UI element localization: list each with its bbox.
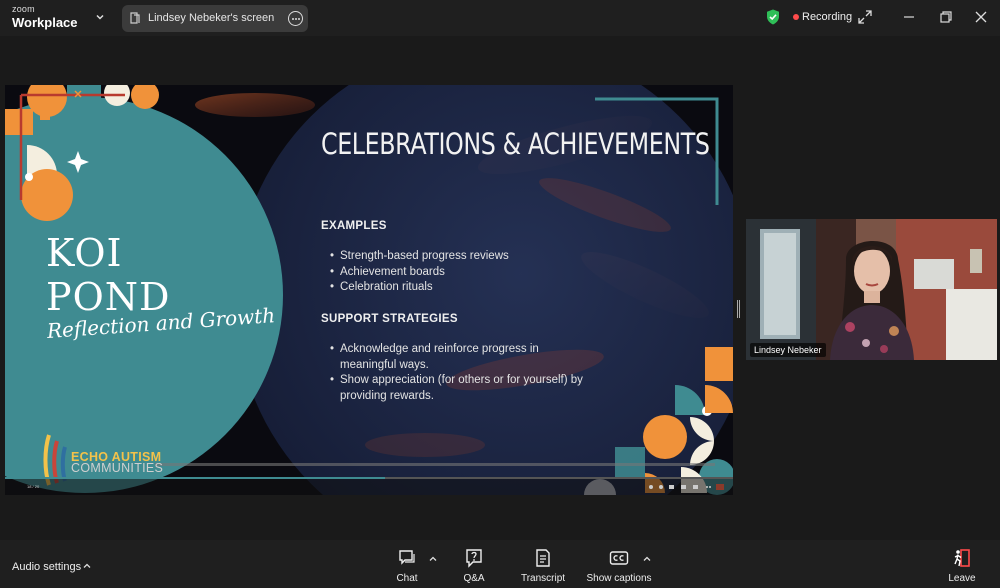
chat-label: Chat bbox=[396, 573, 418, 584]
recording-dot-icon bbox=[793, 14, 799, 20]
koi-title-line1: KOI bbox=[46, 231, 123, 275]
participant-name: Lindsey Nebeker bbox=[750, 343, 826, 357]
cc-icon bbox=[609, 551, 629, 565]
list-item: Achievement boards bbox=[330, 265, 590, 281]
shield-check-icon[interactable] bbox=[766, 9, 780, 25]
show-captions-button[interactable]: Show captions bbox=[585, 548, 653, 584]
zoom-window: zoom Workplace Lindsey Nebeker's screen … bbox=[0, 0, 1000, 588]
leave-label: Leave bbox=[948, 573, 976, 584]
list-item: Celebration rituals bbox=[330, 280, 590, 296]
qa-label: Q&A bbox=[463, 573, 485, 584]
chevron-down-icon[interactable] bbox=[95, 12, 105, 22]
share-label: Lindsey Nebeker's screen bbox=[148, 12, 275, 24]
brand-line1: zoom bbox=[12, 4, 35, 14]
communities-logo-text: COMMUNITIES bbox=[71, 461, 164, 475]
list-item: Strength-based progress reviews bbox=[330, 249, 590, 265]
close-icon[interactable] bbox=[974, 10, 988, 24]
bottom-toolbar: Audio settings Chat Q&A Transcript Show … bbox=[0, 540, 1000, 588]
chevron-up-icon[interactable] bbox=[83, 562, 91, 570]
show-captions-label: Show captions bbox=[586, 573, 652, 584]
chat-icon bbox=[399, 550, 415, 565]
more-options-icon[interactable] bbox=[288, 11, 303, 26]
brand-line2: Workplace bbox=[12, 15, 78, 30]
expand-icon[interactable] bbox=[858, 10, 872, 24]
examples-heading: EXAMPLES bbox=[321, 220, 387, 232]
transcript-label: Transcript bbox=[520, 573, 566, 584]
participant-video[interactable]: Lindsey Nebeker bbox=[746, 219, 997, 360]
qa-icon bbox=[466, 549, 482, 568]
top-bar: zoom Workplace Lindsey Nebeker's screen … bbox=[0, 0, 1000, 36]
support-list: Acknowledge and reinforce progress in me… bbox=[330, 342, 592, 404]
chat-button[interactable]: Chat bbox=[393, 548, 421, 584]
resize-handle[interactable] bbox=[737, 300, 740, 318]
list-item: Show appreciation (for others or for you… bbox=[330, 373, 592, 404]
video-feed bbox=[746, 219, 997, 360]
list-item: Acknowledge and reinforce progress in me… bbox=[330, 342, 592, 373]
screen-share-pill[interactable]: Lindsey Nebeker's screen bbox=[122, 5, 308, 32]
recording-label[interactable]: Recording bbox=[802, 11, 852, 23]
screen-share-icon bbox=[130, 12, 140, 24]
audio-settings-button[interactable]: Audio settings bbox=[12, 561, 81, 573]
chevron-up-icon[interactable] bbox=[643, 555, 651, 563]
support-heading: SUPPORT STRATEGIES bbox=[321, 313, 458, 325]
restore-icon[interactable] bbox=[939, 10, 953, 24]
examples-list: Strength-based progress reviews Achievem… bbox=[330, 249, 590, 296]
zoom-workplace-logo[interactable]: zoom Workplace bbox=[12, 4, 78, 30]
transcript-icon bbox=[536, 549, 550, 567]
leave-button[interactable]: Leave bbox=[944, 548, 980, 584]
slide-page-indicator: 18 / 20 bbox=[27, 484, 40, 489]
slide-title: CELEBRATIONS & ACHIEVEMENTS bbox=[321, 127, 710, 161]
chevron-up-icon[interactable] bbox=[429, 555, 437, 563]
koi-pond-title: KOI POND bbox=[46, 231, 170, 319]
minimize-icon[interactable] bbox=[902, 10, 916, 24]
qa-button[interactable]: Q&A bbox=[460, 548, 488, 584]
leave-icon bbox=[954, 549, 970, 567]
transcript-button[interactable]: Transcript bbox=[518, 548, 568, 584]
shared-slide: CELEBRATIONS & ACHIEVEMENTS KOI POND Ref… bbox=[5, 85, 733, 495]
